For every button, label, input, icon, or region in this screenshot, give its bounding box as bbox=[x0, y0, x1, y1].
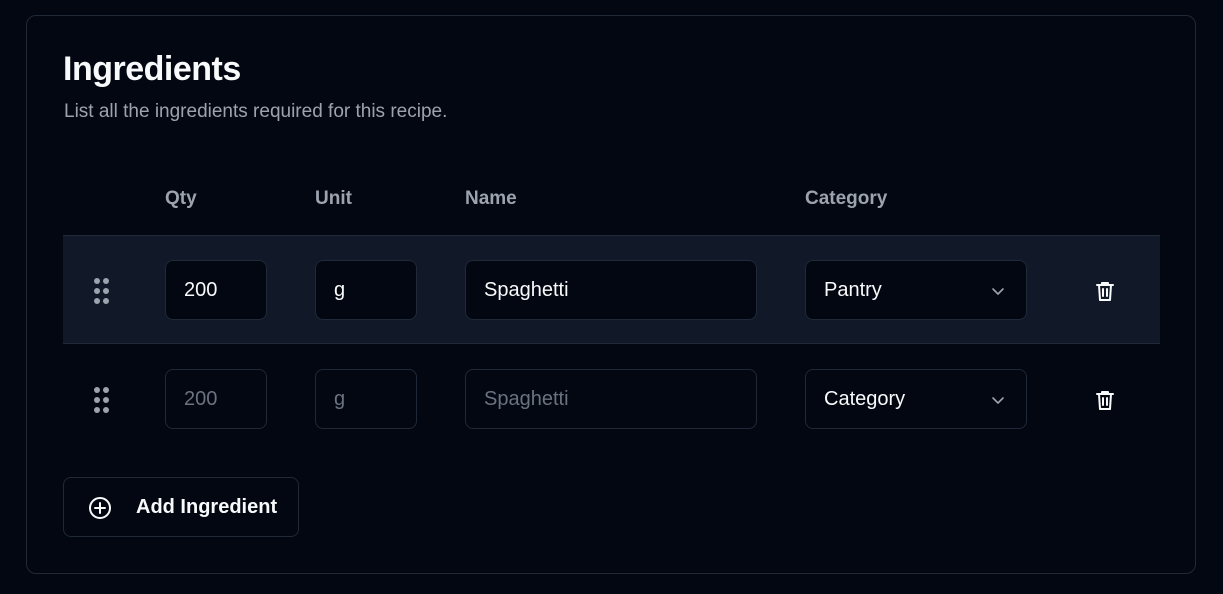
column-header-category: Category bbox=[805, 188, 888, 209]
grip-vertical-icon[interactable] bbox=[94, 278, 110, 304]
category-select[interactable]: Pantry bbox=[805, 260, 1027, 320]
category-select-value: Pantry bbox=[824, 279, 882, 301]
trash-icon[interactable] bbox=[1093, 388, 1117, 412]
ingredient-row: 200 g Spaghetti Category bbox=[63, 345, 1160, 454]
name-input[interactable]: Spaghetti bbox=[465, 260, 757, 320]
unit-input[interactable]: g bbox=[315, 260, 417, 320]
section-title: Ingredients bbox=[63, 50, 241, 88]
column-header-name: Name bbox=[465, 188, 517, 209]
add-ingredient-button[interactable]: Add Ingredient bbox=[63, 477, 299, 537]
add-ingredient-label: Add Ingredient bbox=[136, 496, 278, 518]
ingredient-row: 200 g Spaghetti Pantry bbox=[63, 235, 1160, 344]
ingredients-card: Ingredients List all the ingredients req… bbox=[26, 15, 1196, 574]
unit-input[interactable]: g bbox=[315, 369, 417, 429]
qty-input[interactable]: 200 bbox=[165, 260, 267, 320]
grip-vertical-icon[interactable] bbox=[94, 387, 110, 413]
trash-icon[interactable] bbox=[1093, 279, 1117, 303]
category-select-value: Category bbox=[824, 388, 906, 410]
plus-circle-icon bbox=[89, 497, 111, 519]
chevron-down-icon bbox=[992, 397, 1004, 404]
category-select[interactable]: Category bbox=[805, 369, 1027, 429]
column-header-qty: Qty bbox=[165, 188, 197, 209]
section-subtitle: List all the ingredients required for th… bbox=[64, 101, 448, 122]
name-input[interactable]: Spaghetti bbox=[465, 369, 757, 429]
chevron-down-icon bbox=[992, 288, 1004, 295]
column-header-unit: Unit bbox=[315, 188, 352, 209]
qty-input[interactable]: 200 bbox=[165, 369, 267, 429]
